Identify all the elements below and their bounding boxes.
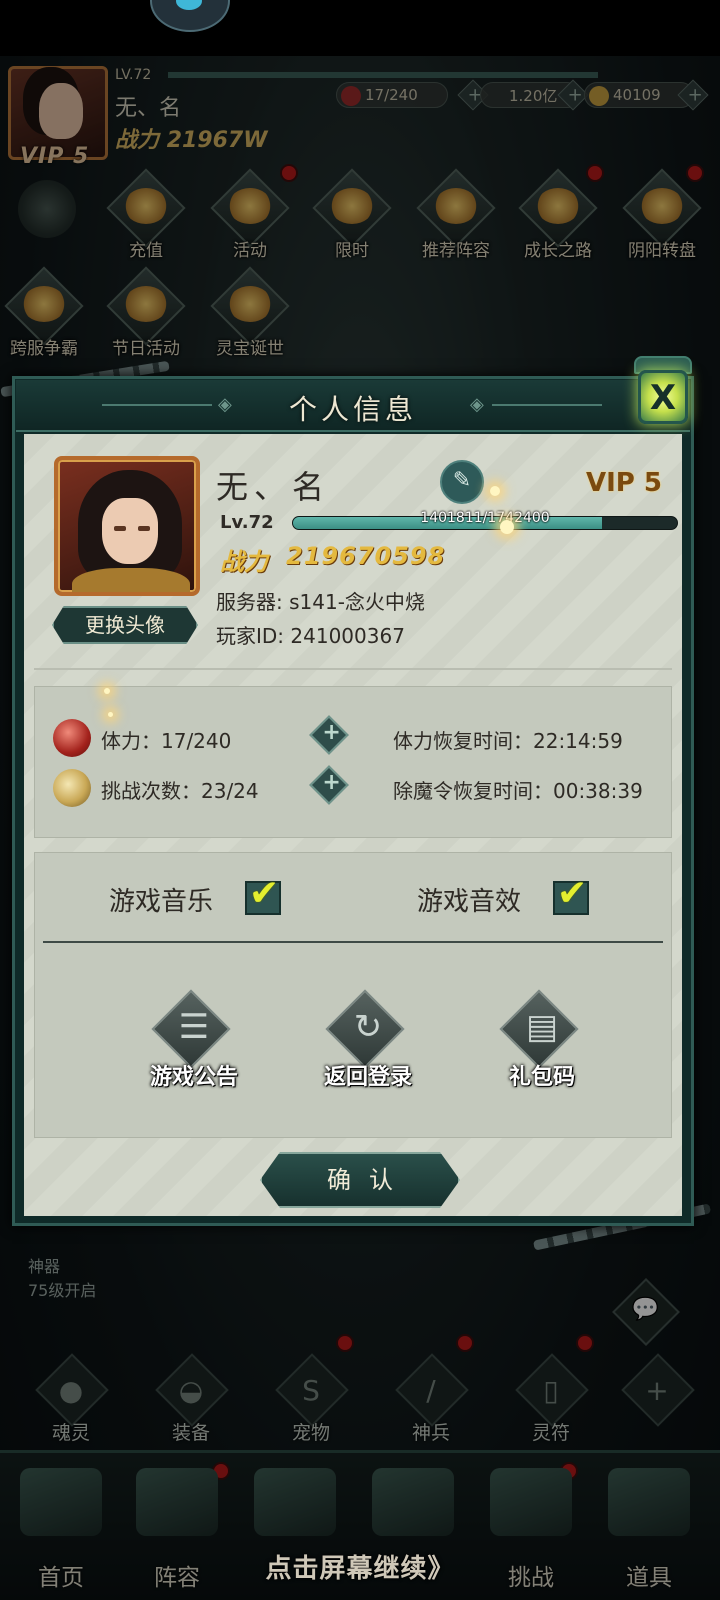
- music-label: 游戏音乐: [109, 887, 214, 917]
- personal-info-dialog: ◈ ◈ 个人信息 X 更换头像 无、名 ✎ VIP 5 Lv.72 140181…: [0, 356, 712, 1251]
- exp-progress-text: 1401811/1742400: [420, 510, 550, 526]
- section-divider: [34, 668, 672, 670]
- player-id: 玩家ID: 241000367: [216, 624, 405, 648]
- checkmark-icon: ✔: [557, 873, 588, 914]
- return-login-button[interactable]: ↻ 返回登录: [293, 989, 443, 1103]
- server-info: 服务器: s141-念火中烧: [216, 590, 425, 614]
- challenge-token-icon: [53, 769, 91, 807]
- token-recovery-time: 除魔令恢复时间：00:38:39: [393, 779, 643, 803]
- power-label: 战力: [220, 548, 268, 576]
- power-value: 219670598: [286, 542, 446, 570]
- stamina-recovery-time: 体力恢复时间：22:14:59: [393, 729, 623, 753]
- stats-panel: 体力：17/240 + 体力恢复时间：22:14:59 挑战次数：23/24 +…: [34, 686, 672, 838]
- stamina-row: 体力：17/240 + 体力恢复时间：22:14:59: [35, 713, 673, 763]
- status-bar: [0, 0, 720, 56]
- sfx-label: 游戏音效: [417, 887, 522, 917]
- add-stamina-button[interactable]: +: [309, 715, 349, 755]
- change-avatar-button[interactable]: 更换头像: [52, 606, 198, 644]
- close-button[interactable]: X: [632, 348, 694, 440]
- settings-panel: 游戏音乐 ✔ 游戏音效 ✔ ☰ 游戏公告 ↻ 返回登录 ▤ 礼包码: [34, 852, 672, 1138]
- stamina-value: 体力：17/240: [101, 729, 232, 753]
- player-name: 无、名: [216, 468, 331, 506]
- checkmark-icon: ✔: [249, 873, 280, 914]
- dialog-body: 更换头像 无、名 ✎ VIP 5 Lv.72 1401811/1742400 战…: [24, 434, 682, 1216]
- plus-icon: +: [322, 720, 341, 746]
- gift-code-button[interactable]: ▤ 礼包码: [467, 989, 617, 1103]
- vip-level: VIP 5: [586, 468, 662, 498]
- sparkle-effect: [108, 712, 113, 717]
- settings-divider: [43, 941, 663, 943]
- player-level: Lv.72: [220, 512, 274, 533]
- sparkle-effect: [490, 486, 500, 496]
- challenge-row: 挑战次数：23/24 + 除魔令恢复时间：00:38:39: [35, 763, 673, 813]
- plus-icon: +: [322, 770, 341, 796]
- tap-to-continue-hint[interactable]: 点击屏幕继续》: [0, 1548, 720, 1585]
- sparkle-effect: [104, 688, 110, 694]
- music-checkbox[interactable]: ✔: [245, 873, 281, 915]
- announcement-button[interactable]: ☰ 游戏公告: [119, 989, 269, 1103]
- player-avatar: [54, 456, 200, 596]
- document-icon: ▤: [525, 1007, 559, 1047]
- edit-name-button[interactable]: ✎: [440, 460, 484, 504]
- challenge-count: 挑战次数：23/24: [101, 779, 259, 803]
- dialog-title: 个人信息: [288, 393, 417, 426]
- add-challenge-button[interactable]: +: [309, 765, 349, 805]
- confirm-button[interactable]: 确认: [260, 1152, 460, 1208]
- notice-board-icon: ☰: [178, 1007, 210, 1047]
- mascot-icon: [150, 0, 230, 32]
- close-icon: X: [649, 378, 677, 418]
- stamina-potion-icon: [53, 719, 91, 757]
- sfx-checkbox[interactable]: ✔: [553, 873, 589, 915]
- sparkle-effect: [500, 520, 514, 534]
- refresh-icon: ↻: [353, 1007, 383, 1047]
- pencil-icon: ✎: [452, 468, 472, 493]
